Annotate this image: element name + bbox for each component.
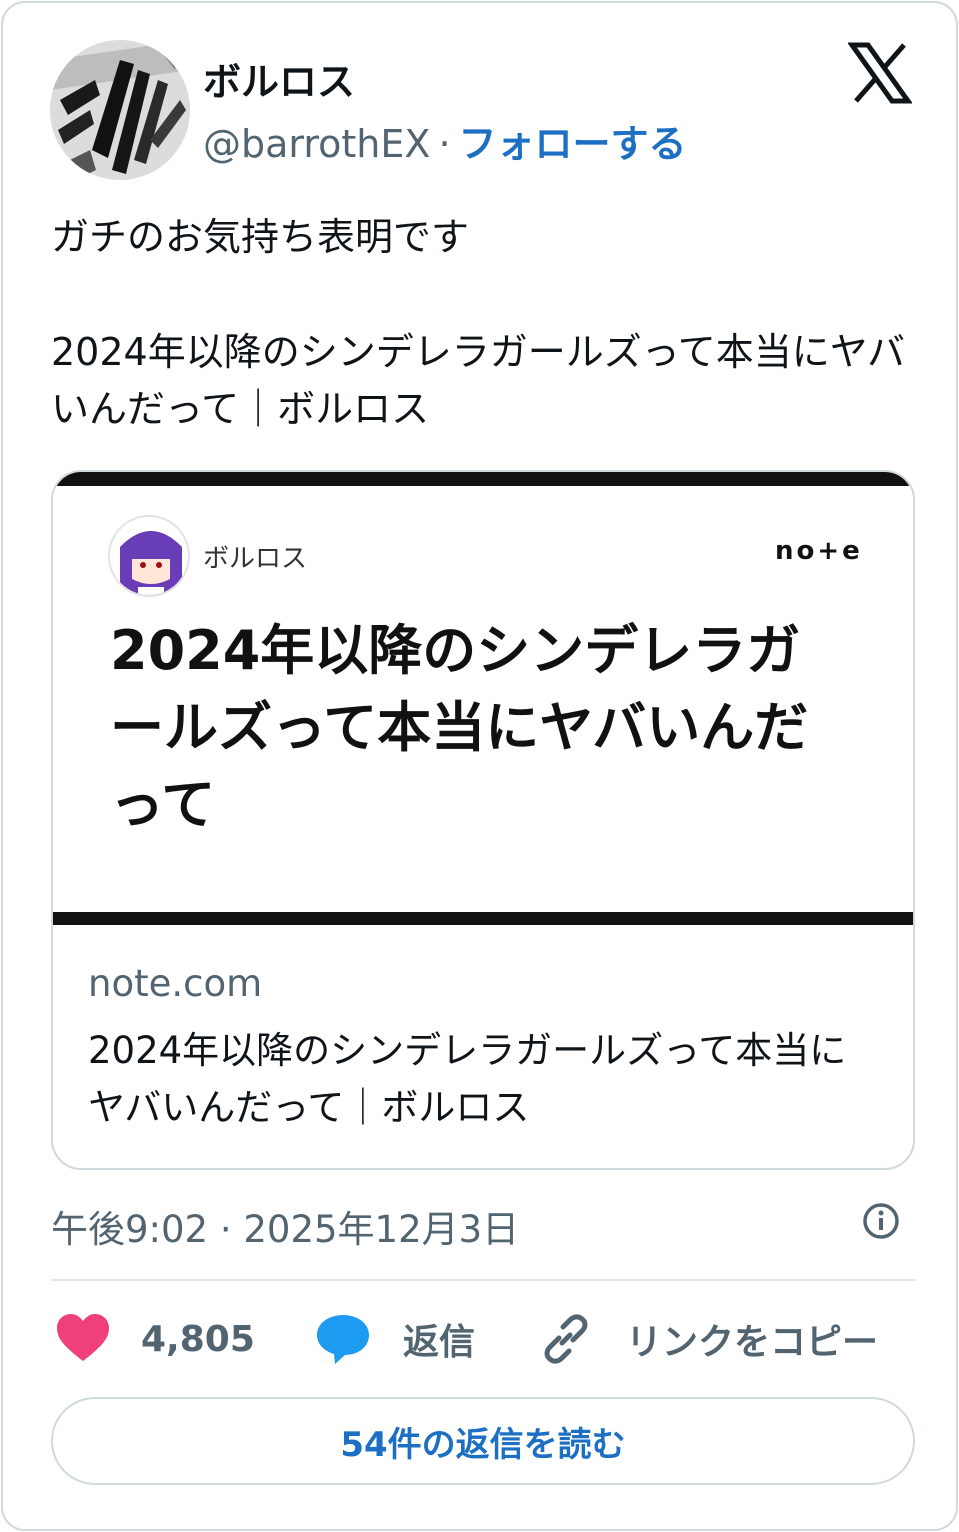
x-logo-icon[interactable] xyxy=(848,41,912,105)
note-headline: 2024年以降のシンデレラガールズって本当にヤバいんだって xyxy=(110,619,809,836)
link-card-image: ボルロス no+e 2024年以降のシンデレラガールズって本当にヤバいんだって xyxy=(53,472,913,925)
like-button[interactable]: 4,805 xyxy=(55,1311,255,1367)
author-handle-row: @barrothEX · フォローする xyxy=(203,113,687,168)
link-card-domain: note.com xyxy=(88,962,263,1005)
read-replies-button[interactable]: 54件の返信を読む xyxy=(51,1397,915,1485)
note-author-name: ボルロス xyxy=(203,544,308,574)
link-card-title: 2024年以降のシンデレラガールズって本当にヤバいんだって｜ボルロス xyxy=(88,1029,847,1129)
heart-icon xyxy=(57,1314,109,1361)
image-bottom-bar xyxy=(53,912,913,925)
author-display-name[interactable]: ボルロス xyxy=(203,51,355,106)
tweet-timestamp[interactable]: 午後9:02 · 2025年12月3日 xyxy=(51,1199,519,1253)
reply-button[interactable]: 返信 xyxy=(315,1311,475,1367)
anime-avatar-image xyxy=(110,517,188,595)
note-logo: no+e xyxy=(775,536,863,566)
link-preview-card[interactable]: ボルロス no+e 2024年以降のシンデレラガールズって本当にヤバいんだって … xyxy=(51,470,915,1170)
tweet-text-line: 2024年以降のシンデレラガールズって本当にヤバいんだって｜ボルロス xyxy=(51,330,906,431)
speech-bubble-icon xyxy=(317,1315,369,1364)
info-icon[interactable] xyxy=(861,1201,901,1241)
image-top-bar xyxy=(53,472,913,486)
note-author-avatar xyxy=(108,515,190,597)
copy-link-label: リンクをコピー xyxy=(626,1322,879,1363)
link-icon xyxy=(544,1314,588,1364)
copy-link-button[interactable]: リンクをコピー xyxy=(538,1311,878,1367)
author-avatar[interactable] xyxy=(50,40,190,180)
tweet-text: ガチのお気持ち表明です 2024年以降のシンデレラガールズって本当にヤバいんだっ… xyxy=(51,209,921,438)
reply-label: 返信 xyxy=(403,1322,476,1363)
like-count: 4,805 xyxy=(141,1318,255,1360)
tweet-embed-card: ボルロス @barrothEX · フォローする ガチのお気持ち表明です 2024年… xyxy=(1,1,958,1531)
follow-button[interactable]: フォローする xyxy=(459,122,687,166)
divider xyxy=(51,1279,915,1281)
tweet-text-line: ガチのお気持ち表明です xyxy=(51,215,470,259)
author-handle[interactable]: @barrothEX xyxy=(203,122,430,166)
separator-dot: · xyxy=(438,122,451,166)
avatar-image xyxy=(50,40,190,180)
